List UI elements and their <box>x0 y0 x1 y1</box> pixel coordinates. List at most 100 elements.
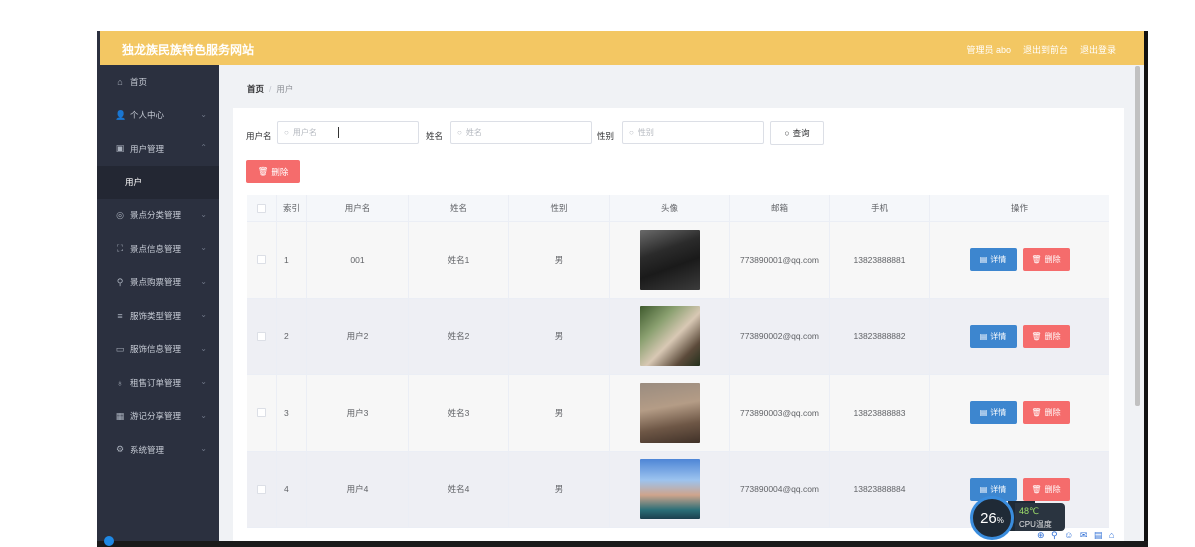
gender-search-input[interactable]: ○ 性别 <box>622 121 764 144</box>
user-icon: 👤 <box>115 109 127 120</box>
select-all-cell <box>247 195 277 221</box>
sidebar: ⌂ 首页 👤 个人中心 ⌄ ▣ 用户管理 ⌃ 用户 ◎ 景点分类管理 ⌄ ⛶ 景点信息管理 ⌄ ⚲ 景点购票管理… <box>97 65 219 547</box>
detail-button[interactable]: ▤ 详情 <box>969 324 1017 348</box>
header-actions: 操作 <box>1010 203 1028 213</box>
delete-button[interactable]: 🗑 删除 <box>1022 401 1070 425</box>
batch-delete-button[interactable]: 🗑 删除 <box>246 160 300 183</box>
chevron-down-icon: ⌄ <box>200 377 207 386</box>
sidebar-item-label: 个人中心 <box>130 110 165 121</box>
cpu-temp-panel: 48℃ CPU温度 <box>1015 503 1065 531</box>
table-row: 3 用户3 姓名3 男 773890003@qq.com 13823888883 ▤ 详情 🗑 删… <box>247 375 1109 452</box>
search-icon: ○ <box>784 128 790 138</box>
chevron-down-icon: ⌄ <box>200 410 207 420</box>
cell-email: 773890004@qq.com <box>730 451 830 527</box>
bottom-strip <box>97 541 1148 547</box>
detail-button[interactable]: ▤ 详情 <box>969 401 1017 425</box>
name-search-input[interactable]: ○ 姓名 <box>450 121 592 144</box>
cell-gender: 男 <box>509 298 610 374</box>
cell-avatar <box>610 298 730 374</box>
sidebar-item-label: 首页 <box>130 76 148 87</box>
cpu-usage-gauge: 26% <box>970 496 1014 540</box>
playback-position-dot[interactable] <box>104 536 114 546</box>
cell-gender: 男 <box>509 375 610 451</box>
sidebar-item-7[interactable]: ▭ 服饰信息管理 ⌄ <box>97 333 219 367</box>
cell-phone: 13823888881 <box>830 222 930 298</box>
table-row: 2 用户2 姓名2 男 773890002@qq.com 13823888882 ▤ 详情 🗑 删… <box>247 298 1109 375</box>
document-icon: ▣ <box>115 143 125 154</box>
avatar <box>639 229 700 290</box>
cell-name: 姓名3 <box>409 375 509 451</box>
sidebar-item-5[interactable]: ⚲ 景点购票管理 ⌄ <box>97 266 219 300</box>
row-checkbox[interactable] <box>257 408 266 418</box>
go-frontend-link[interactable]: 退出到前台 <box>1023 43 1068 56</box>
trash-icon: 🗑 <box>257 166 269 176</box>
circle-icon: ◎ <box>116 209 124 220</box>
cell-gender: 男 <box>509 451 610 527</box>
user-table: 索引 用户名 姓名 性别 头像 邮箱 手机 操作 1 001 姓名1 男 7738900… <box>247 195 1109 528</box>
cell-avatar <box>610 222 730 298</box>
row-checkbox[interactable] <box>257 255 266 265</box>
sidebar-item-0[interactable]: ⌂ 首页 <box>97 65 219 99</box>
settings-icon: ⚙ <box>115 444 125 455</box>
admin-user-link[interactable]: 管理员 abo <box>966 43 1011 56</box>
header-phone: 手机 <box>830 195 930 221</box>
vertical-scrollbar[interactable] <box>1135 66 1140 406</box>
sidebar-item-3[interactable]: ◎ 景点分类管理 ⌄ <box>97 199 219 233</box>
top-bar: 独龙族民族特色服务网站 管理员 abo 退出到前台 退出登录 <box>97 31 1144 65</box>
list-icon: ≡ <box>117 310 123 321</box>
row-select-cell <box>247 222 277 298</box>
sidebar-item-6[interactable]: ≡ 服饰类型管理 ⌄ <box>97 299 219 333</box>
search-icon: ○ <box>629 128 634 137</box>
sidebar-item-label: 景点购票管理 <box>130 277 182 288</box>
name-filter-label: 姓名 <box>426 131 444 141</box>
sidebar-item-label: 系统管理 <box>130 444 165 455</box>
trash-icon: 🗑 <box>1031 331 1042 341</box>
logout-link[interactable]: 退出登录 <box>1080 43 1116 56</box>
breadcrumb-home[interactable]: 首页 <box>247 84 264 94</box>
cell-username: 用户4 <box>307 451 409 527</box>
avatar <box>639 306 700 367</box>
frame-icon: ⛶ <box>116 243 124 254</box>
avatar <box>639 382 700 443</box>
delete-button[interactable]: 🗑 删除 <box>1022 324 1070 348</box>
cell-avatar <box>610 375 730 451</box>
cell-email: 773890001@qq.com <box>730 222 830 298</box>
home-icon: ⌂ <box>117 76 123 87</box>
cell-actions: ▤ 详情 🗑 删除 <box>930 299 1109 375</box>
username-search-input[interactable]: ○ 用户名 <box>277 121 419 144</box>
sidebar-item-10[interactable]: ⚙ 系统管理 ⌄ <box>97 433 219 467</box>
header-gender: 性别 <box>509 195 610 221</box>
delete-button[interactable]: 🗑 删除 <box>1022 248 1070 272</box>
cell-email: 773890002@qq.com <box>730 298 830 374</box>
app-window: 独龙族民族特色服务网站 管理员 abo 退出到前台 退出登录 ⌂ 首页 👤 个人中心 ⌄… <box>97 31 1148 547</box>
sidebar-item-2[interactable]: ▣ 用户管理 ⌃ <box>97 132 219 166</box>
cell-email: 773890003@qq.com <box>730 375 830 451</box>
detail-button[interactable]: ▤ 详情 <box>969 248 1017 272</box>
cell-username: 001 <box>307 222 409 298</box>
sidebar-item-8[interactable]: ♁ 租售订单管理 ⌄ <box>97 366 219 400</box>
header-username: 用户名 <box>307 195 409 221</box>
chevron-down-icon: ⌄ <box>200 109 207 119</box>
document-icon: ▤ <box>979 408 988 418</box>
select-all-checkbox[interactable] <box>257 203 266 213</box>
chevron-down-icon: ⌄ <box>200 243 207 252</box>
text-cursor <box>338 127 339 138</box>
chevron-down-icon: ⌄ <box>200 310 207 319</box>
header-index: 索引 <box>277 195 307 221</box>
header-avatar: 头像 <box>610 195 730 221</box>
row-checkbox[interactable] <box>257 484 266 494</box>
table-body: 1 001 姓名1 男 773890001@qq.com 13823888881 ▤ 详情 🗑 删… <box>247 222 1109 528</box>
sidebar-item-label: 用户管理 <box>130 143 165 154</box>
sidebar-subitem-users[interactable]: 用户 <box>97 165 219 199</box>
row-checkbox[interactable] <box>257 331 266 341</box>
header-email: 邮箱 <box>730 195 830 221</box>
sidebar-item-1[interactable]: 👤 个人中心 ⌄ <box>97 99 219 133</box>
grid-icon: ▦ <box>115 410 125 421</box>
chevron-down-icon: ⌄ <box>200 209 207 219</box>
sidebar-item-9[interactable]: ▦ 游记分享管理 ⌄ <box>97 400 219 434</box>
search-button[interactable]: ○ 查询 <box>770 121 824 145</box>
breadcrumb: 首页 / 用户 <box>247 83 293 95</box>
cell-name: 姓名4 <box>409 451 509 527</box>
cell-username: 用户2 <box>307 298 409 374</box>
sidebar-item-4[interactable]: ⛶ 景点信息管理 ⌄ <box>97 232 219 266</box>
